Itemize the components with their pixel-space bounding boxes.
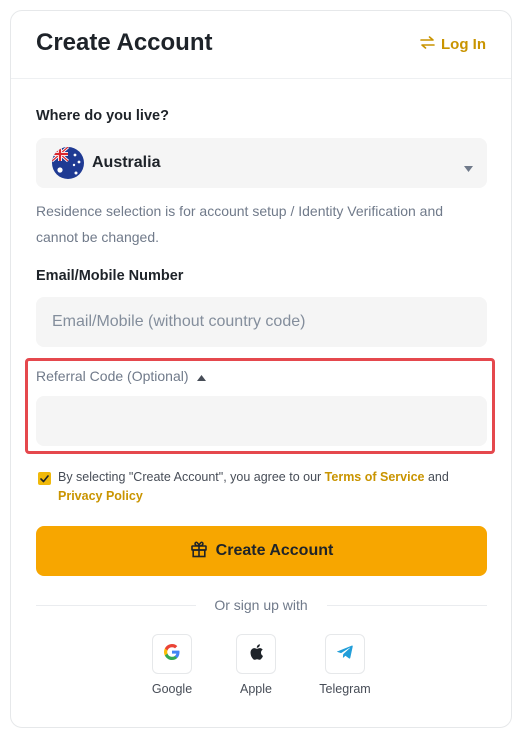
referral-label: Referral Code (Optional) [36, 368, 189, 384]
telegram-icon [336, 643, 354, 666]
google-button-frame [152, 634, 192, 674]
card-header: Create Account Log In [11, 11, 511, 79]
google-signup-button[interactable]: Google [142, 634, 202, 696]
terms-of-service-link[interactable]: Terms of Service [325, 470, 425, 484]
create-account-button[interactable]: Create Account [36, 526, 487, 576]
telegram-signup-button[interactable]: Telegram [315, 634, 375, 696]
residence-value: Australia [92, 154, 161, 171]
contact-label: Email/Mobile Number [36, 268, 184, 284]
caret-up-icon [196, 368, 206, 384]
apple-signup-button[interactable]: Apple [226, 634, 286, 696]
signup-card: Create Account Log In Where do you live? [10, 10, 512, 728]
gift-icon [190, 540, 208, 563]
apple-icon [248, 643, 264, 666]
login-link[interactable]: Log In [420, 36, 486, 53]
swap-arrows-icon [420, 36, 435, 53]
login-label: Log In [441, 36, 486, 53]
residence-label: Where do you live? [36, 108, 169, 124]
page-title: Create Account [36, 29, 213, 56]
residence-help-text: Residence selection is for account setup… [36, 203, 444, 245]
referral-toggle[interactable]: Referral Code (Optional) [36, 368, 206, 384]
create-account-label: Create Account [215, 542, 334, 559]
checkmark-icon [40, 474, 49, 482]
residence-select[interactable]: Australia [36, 138, 487, 188]
australia-flag-icon [52, 147, 84, 179]
agreement-checkbox[interactable] [38, 472, 51, 485]
apple-label: Apple [240, 682, 272, 696]
google-icon [163, 643, 181, 666]
telegram-label: Telegram [319, 682, 371, 696]
agreement-text: By selecting "Create Account", you agree… [58, 468, 478, 506]
caret-down-icon [464, 159, 473, 177]
email-mobile-input[interactable] [36, 297, 487, 347]
agreement-prefix: By selecting "Create Account", you agree… [58, 470, 325, 484]
privacy-policy-link[interactable]: Privacy Policy [58, 489, 143, 503]
referral-code-input[interactable] [36, 396, 487, 446]
telegram-button-frame [325, 634, 365, 674]
social-divider-text: Or sign up with [214, 597, 308, 613]
google-label: Google [151, 682, 193, 696]
apple-button-frame [236, 634, 276, 674]
agreement-joiner: and [424, 470, 449, 484]
